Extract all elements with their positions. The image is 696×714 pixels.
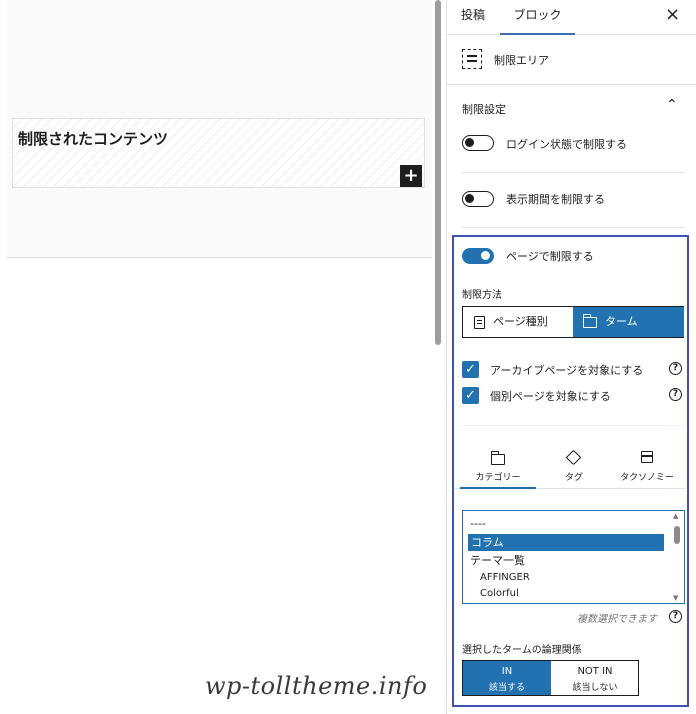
panel-title[interactable]: 制限設定 (462, 101, 506, 117)
tab-block[interactable]: ブロック (500, 0, 575, 35)
page: 制限されたコンテンツ + wp-tolltheme.info 投稿 ブロック ×… (0, 0, 696, 714)
restricted-block-title[interactable]: 制限されたコンテンツ (18, 128, 168, 149)
restricted-area-block-icon (462, 49, 482, 69)
period-restrict-label: 表示期間を制限する (506, 193, 605, 206)
chevron-up-icon[interactable]: ⌃ (666, 97, 678, 113)
divider (461, 172, 685, 173)
editor-canvas: 制限されたコンテンツ + wp-tolltheme.info (0, 0, 432, 714)
watermark-text: wp-tolltheme.info (205, 672, 428, 700)
login-restrict-toggle[interactable] (462, 135, 494, 151)
period-restrict-toggle[interactable] (462, 191, 494, 207)
block-card: 制限エリア (447, 35, 696, 85)
editor-scrollbar-thumb[interactable] (435, 0, 441, 345)
editor-scrollbar[interactable] (432, 0, 446, 714)
tab-post[interactable]: 投稿 (461, 0, 485, 35)
highlight-frame (452, 235, 689, 707)
restricted-content-block[interactable]: 制限されたコンテンツ + (12, 118, 425, 188)
block-name: 制限エリア (494, 54, 549, 67)
login-restrict-label: ログイン状態で制限する (506, 138, 627, 151)
sidebar-tabs: 投稿 ブロック × (447, 0, 696, 35)
add-block-button[interactable]: + (400, 165, 422, 187)
close-icon[interactable]: × (665, 4, 680, 25)
divider (461, 227, 685, 228)
